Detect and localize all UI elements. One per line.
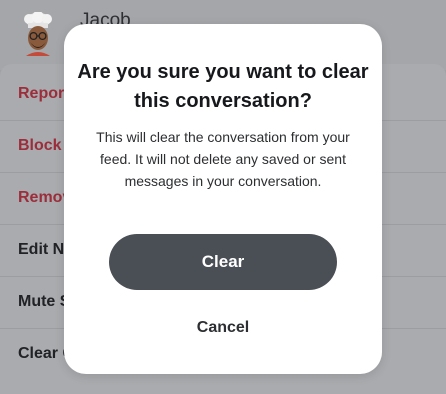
menu-item-label: Mute S — [18, 293, 71, 310]
dialog-message: This will clear the conversation from yo… — [96, 129, 350, 189]
dialog-title: Are you sure you want to clear this conv… — [77, 61, 369, 112]
cancel-button[interactable]: Cancel — [109, 308, 337, 348]
bitmoji-chef-avatar-icon[interactable] — [18, 12, 58, 56]
menu-item-label: Report — [18, 85, 70, 102]
clear-conversation-dialog: Are you sure you want to clear this conv… — [64, 24, 382, 374]
menu-item-label: Edit N — [18, 241, 65, 258]
menu-item-label: Block — [18, 137, 62, 154]
clear-button[interactable]: Clear — [109, 234, 337, 290]
